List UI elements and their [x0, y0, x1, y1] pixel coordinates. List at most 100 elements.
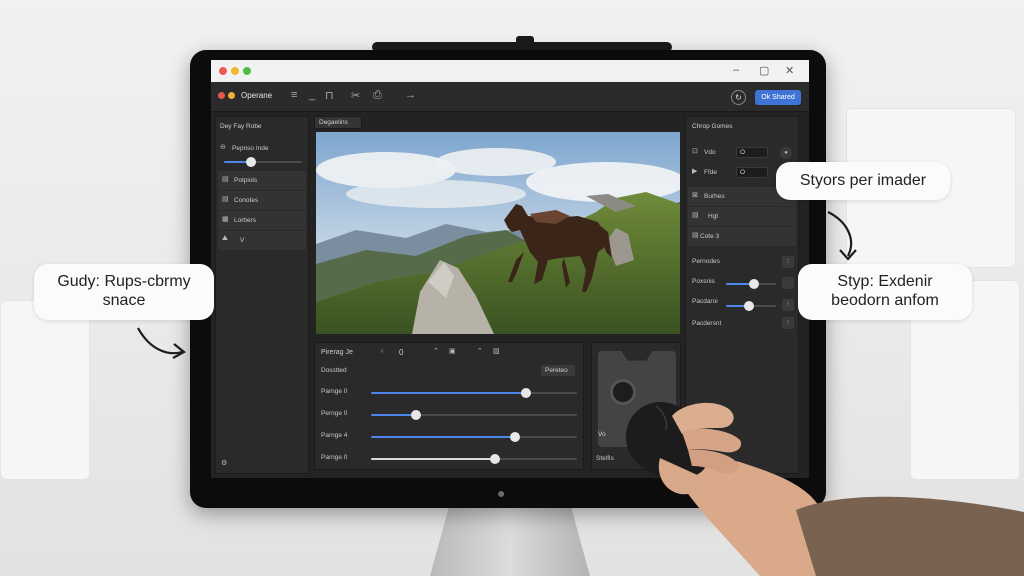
- canvas-tab-label: Degaelins: [319, 119, 348, 126]
- adjust-slider[interactable]: [371, 432, 577, 442]
- toggle-icon[interactable]: ⊖: [220, 143, 226, 151]
- app-toolbar: Operane ≡ _ ⊓ ✂ ⎙ → ↻ Ok Shared: [211, 82, 809, 112]
- cut-tool-icon[interactable]: ✂: [351, 89, 360, 102]
- right-slider[interactable]: [726, 301, 776, 311]
- left-slider-thumb[interactable]: [246, 157, 257, 167]
- monitor-stand: [430, 506, 590, 576]
- vdo-toggle[interactable]: ●: [780, 147, 792, 159]
- adjust-slider[interactable]: [371, 454, 577, 464]
- close-dot-icon[interactable]: [219, 67, 227, 75]
- right-slider-label: Pacdaroi: [692, 298, 718, 305]
- ffde-field[interactable]: O: [736, 167, 768, 178]
- app-minimize-dot-icon[interactable]: [228, 92, 235, 99]
- adjust-slider-label: Parnge 4: [321, 432, 348, 439]
- annotation-left-line2: snace: [102, 292, 146, 309]
- annotation-left-line1: Gudy: Rups-cbrmy: [57, 273, 191, 290]
- camera-icon[interactable]: ▣: [449, 347, 456, 355]
- right-row-label: Ffde: [704, 169, 718, 176]
- right-slider-button[interactable]: ⁝: [782, 299, 794, 311]
- image-tool-icon[interactable]: ▨: [493, 347, 500, 355]
- right-slider-button[interactable]: [782, 277, 794, 289]
- adjust-slider[interactable]: [371, 388, 577, 398]
- right-slider-thumb[interactable]: [748, 279, 759, 289]
- window-close-button[interactable]: ✕: [785, 64, 794, 77]
- arrow-left-icon: [137, 327, 183, 355]
- right-slider[interactable]: [726, 279, 776, 289]
- adjust-slider-thumb[interactable]: [520, 388, 531, 398]
- adjust-section-label: Dosstted: [321, 367, 347, 374]
- right-list-item[interactable]: [688, 207, 796, 226]
- adjust-slider[interactable]: [371, 410, 577, 420]
- share-button[interactable]: Ok Shared: [755, 90, 801, 105]
- left-item-label: Conotes: [234, 197, 259, 204]
- adjust-slider-thumb[interactable]: [411, 410, 422, 420]
- landscape-photo: [316, 132, 680, 334]
- app-name: Operane: [241, 91, 273, 100]
- window-restore-button[interactable]: ▢: [759, 64, 769, 77]
- right-row-label: Cote 3: [700, 233, 720, 240]
- arrow-tool-icon[interactable]: →: [405, 89, 416, 101]
- settings-icon[interactable]: ⚙: [221, 459, 227, 467]
- annotation-left: Gudy: Rups-cbrmy snace: [34, 264, 214, 320]
- vdo-field[interactable]: O: [736, 147, 768, 158]
- list-icon: ▤: [692, 212, 699, 219]
- stack-icon: ▤: [692, 232, 699, 239]
- right-panel-title: Chrop Gomes: [692, 123, 733, 130]
- frame-icon: ⊡: [692, 148, 698, 155]
- right-slider-button[interactable]: ⁝: [782, 317, 794, 329]
- hand-with-mouse: [625, 402, 1024, 576]
- adjust-slider-thumb[interactable]: [489, 454, 500, 464]
- adjust-slider-fill: [371, 436, 516, 438]
- right-row-label: Hgt: [708, 213, 719, 220]
- right-row-label: Vdo: [704, 149, 716, 156]
- window-titlebar: – ▢ ✕: [211, 60, 809, 82]
- left-list-item[interactable]: [218, 211, 306, 230]
- canvas-tab[interactable]: Degaelins: [314, 116, 362, 129]
- adjust-slider-label: Parnge 0: [321, 454, 348, 461]
- adjust-slider-fill: [371, 414, 417, 416]
- chevron-up-icon[interactable]: ⌃: [477, 347, 483, 355]
- left-panel-title: Dey Fay Robe: [220, 123, 262, 130]
- left-panel: Dey Fay Robe ⊖ Pepnso Inde ▤ Potpiols ▤ …: [215, 116, 309, 474]
- menu-tool-icon[interactable]: ≡: [291, 89, 297, 101]
- adjust-slider-fill: [371, 392, 526, 394]
- annotation-right-top: Styors per imader: [776, 162, 950, 200]
- maximize-dot-icon[interactable]: [243, 67, 251, 75]
- chevron-left-icon[interactable]: ‹: [381, 348, 383, 355]
- counter-value[interactable]: 0: [399, 348, 403, 357]
- minimize-dot-icon[interactable]: [231, 67, 239, 75]
- image-icon: ⛰: [222, 235, 228, 242]
- window-minimize-button[interactable]: –: [733, 64, 739, 76]
- adjust-panel-title: Pirerag Je: [321, 349, 353, 356]
- monitor-logo-icon: ●: [497, 485, 506, 501]
- webcam: [516, 36, 534, 48]
- adjust-slider-thumb[interactable]: [510, 432, 521, 442]
- adjustments-panel: Pirerag Je ‹ 0 ⌃ ▣ ⌃ ▨ Dosstted Pereteo …: [314, 342, 584, 470]
- chevron-up-icon[interactable]: ⌃: [433, 347, 439, 355]
- app-close-dot-icon[interactable]: [218, 92, 225, 99]
- left-slider-label: Pepnso Inde: [232, 145, 269, 152]
- right-slider-label: Poxsnis: [692, 278, 715, 285]
- left-item-label: Lorbers: [234, 217, 257, 224]
- group-options-button[interactable]: ⁝: [782, 256, 794, 268]
- left-list-item[interactable]: [218, 231, 306, 250]
- print-tool-icon[interactable]: ⎙: [373, 89, 382, 102]
- right-group-label: Pernodes: [692, 258, 720, 265]
- right-slider-thumb[interactable]: [743, 301, 754, 311]
- nav-footer-label: Stelfis: [596, 455, 614, 462]
- left-panel-slider[interactable]: [224, 157, 302, 167]
- crop-tool-icon[interactable]: ⊓: [325, 89, 334, 102]
- annotation-right-mid: Styp: Exdenir beodorn anfom: [798, 264, 972, 320]
- grid-icon: ▦: [222, 216, 229, 223]
- right-row-label: Burhes: [704, 193, 725, 200]
- left-item-label: Potpiols: [234, 177, 258, 184]
- play-icon[interactable]: ▶: [692, 167, 697, 175]
- adjust-slider-label: Parnge 0: [321, 388, 348, 395]
- brush-icon: ⊠: [692, 192, 698, 199]
- left-list-item[interactable]: [218, 171, 306, 190]
- sync-icon[interactable]: ↻: [731, 90, 746, 105]
- photo-canvas[interactable]: [316, 132, 680, 334]
- line-tool-icon[interactable]: _: [309, 89, 315, 101]
- preset-button[interactable]: Pereteo: [541, 365, 575, 376]
- left-list-item[interactable]: [218, 191, 306, 210]
